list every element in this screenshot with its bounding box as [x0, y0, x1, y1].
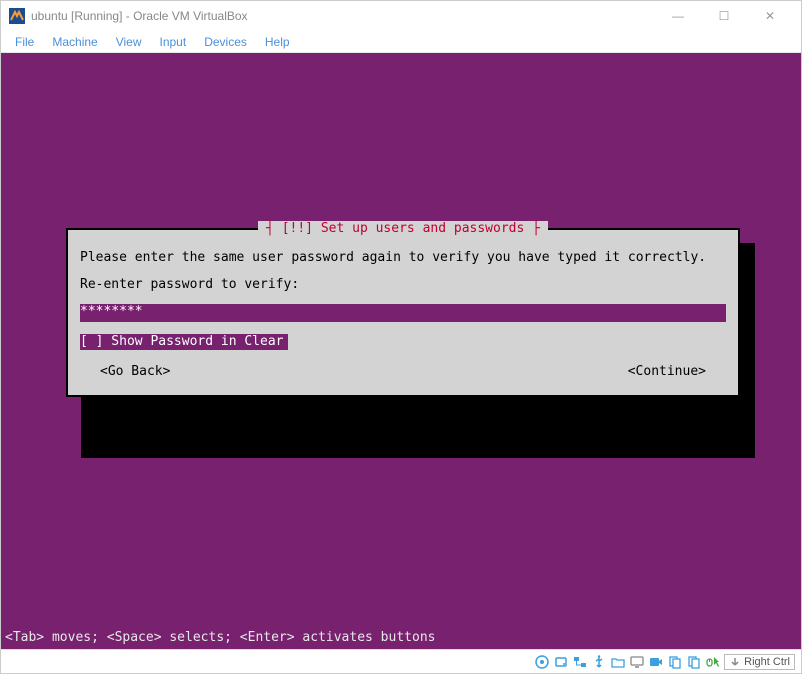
- host-key-label: Right Ctrl: [744, 656, 790, 668]
- drag-drop-icon[interactable]: [686, 654, 702, 670]
- minimize-button[interactable]: —: [655, 1, 701, 31]
- menubar: File Machine View Input Devices Help: [1, 31, 801, 53]
- shared-folder-icon[interactable]: [610, 654, 626, 670]
- virtualbox-window: ubuntu [Running] - Oracle VM VirtualBox …: [0, 0, 802, 674]
- go-back-button[interactable]: <Go Back>: [100, 364, 170, 381]
- nav-row: <Go Back> <Continue>: [80, 364, 726, 381]
- window-title: ubuntu [Running] - Oracle VM VirtualBox: [31, 9, 655, 23]
- display-icon[interactable]: [629, 654, 645, 670]
- titlebar: ubuntu [Running] - Oracle VM VirtualBox …: [1, 1, 801, 31]
- menu-machine[interactable]: Machine: [44, 33, 105, 51]
- arrow-down-icon: [729, 656, 741, 668]
- menu-file[interactable]: File: [7, 33, 42, 51]
- installer-dialog: ┤ [!!] Set up users and passwords ├ Plea…: [66, 228, 740, 397]
- record-icon[interactable]: [648, 654, 664, 670]
- mouse-capture-icon[interactable]: [705, 654, 721, 670]
- show-password-checkbox[interactable]: [ ] Show Password in Clear: [80, 334, 288, 351]
- disc-icon[interactable]: [534, 654, 550, 670]
- dialog-title: ┤ [!!] Set up users and passwords ├: [258, 221, 548, 238]
- vm-display[interactable]: ┤ [!!] Set up users and passwords ├ Plea…: [1, 53, 801, 649]
- menu-input[interactable]: Input: [152, 33, 195, 51]
- continue-button[interactable]: <Continue>: [628, 364, 706, 381]
- underline: ________________________________________…: [80, 305, 726, 322]
- statusbar: Right Ctrl: [1, 649, 801, 673]
- clipboard-icon[interactable]: [667, 654, 683, 670]
- instruction-text: Please enter the same user password agai…: [80, 250, 726, 267]
- help-line: <Tab> moves; <Space> selects; <Enter> ac…: [5, 630, 435, 645]
- close-button[interactable]: ✕: [747, 1, 793, 31]
- menu-view[interactable]: View: [108, 33, 150, 51]
- host-key-indicator[interactable]: Right Ctrl: [724, 654, 795, 670]
- network-icon[interactable]: [572, 654, 588, 670]
- virtualbox-icon: [9, 8, 25, 24]
- dialog-title-row: ┤ [!!] Set up users and passwords ├: [80, 221, 726, 238]
- maximize-button[interactable]: ☐: [701, 1, 747, 31]
- dialog-title-text: [!!] Set up users and passwords: [282, 221, 525, 236]
- field-label: Re-enter password to verify:: [80, 277, 726, 294]
- usb-icon[interactable]: [591, 654, 607, 670]
- menu-help[interactable]: Help: [257, 33, 298, 51]
- disk-icon[interactable]: [553, 654, 569, 670]
- menu-devices[interactable]: Devices: [196, 33, 255, 51]
- dialog-body: Please enter the same user password agai…: [80, 250, 726, 381]
- window-controls: — ☐ ✕: [655, 1, 793, 31]
